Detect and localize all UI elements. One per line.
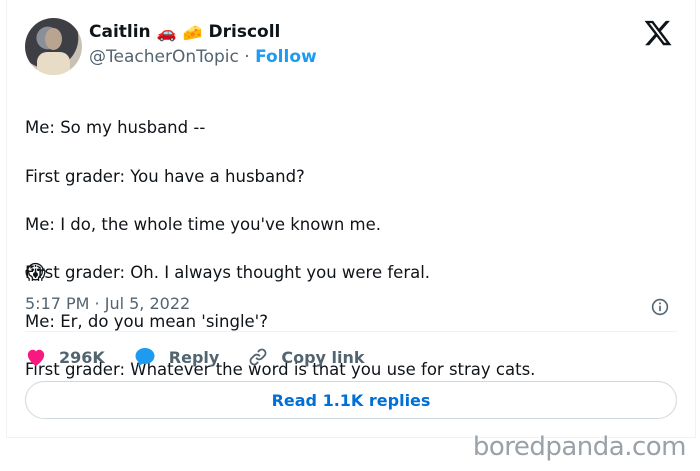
tweet-timestamp[interactable]: 5:17 PM · Jul 5, 2022 xyxy=(25,294,190,313)
x-logo-icon[interactable] xyxy=(643,18,673,48)
avatar-face xyxy=(45,28,62,50)
like-button[interactable]: 296K xyxy=(25,347,105,367)
cheese-emoji-icon: 🧀 xyxy=(182,22,203,42)
tweet-line: First grader: Oh. I always thought you w… xyxy=(25,263,431,283)
action-bar: 296K Reply Copy link xyxy=(25,343,393,371)
author-last-name: Driscoll xyxy=(208,22,281,42)
avatar[interactable] xyxy=(25,18,82,75)
author-first-name: Caitlin xyxy=(89,22,151,42)
car-emoji-icon: 🚗 xyxy=(156,22,177,42)
author-handle[interactable]: @TeacherOnTopic xyxy=(89,47,239,67)
tweet-line: First grader: You have a husband? xyxy=(25,166,305,186)
watermark: boredpanda.com xyxy=(472,432,687,462)
heart-icon xyxy=(27,349,45,367)
follow-button[interactable]: Follow xyxy=(255,47,317,67)
copy-link-button[interactable]: Copy link xyxy=(247,346,365,368)
tweet-card: Caitlin 🚗 🧀 Driscoll @TeacherOnTopic · F… xyxy=(6,0,696,438)
author-handle-row: @TeacherOnTopic · Follow xyxy=(89,47,317,67)
reply-bubble-icon xyxy=(135,348,155,367)
tweet-line: Me: I do, the whole time you've known me… xyxy=(25,215,382,235)
info-icon[interactable] xyxy=(651,298,669,316)
reply-label: Reply xyxy=(168,347,220,367)
author-name[interactable]: Caitlin 🚗 🧀 Driscoll xyxy=(89,22,280,42)
tweet-line: Me: So my husband -- xyxy=(25,118,206,138)
avatar-shirt xyxy=(37,52,70,75)
read-replies-button[interactable]: Read 1.1K replies xyxy=(25,381,677,419)
copy-link-label: Copy link xyxy=(281,347,365,367)
reply-button[interactable]: Reply xyxy=(133,346,220,368)
divider xyxy=(25,331,677,332)
link-icon xyxy=(249,348,267,366)
scream-emoji-icon: 😱 xyxy=(25,260,46,284)
like-count: 296K xyxy=(59,347,105,367)
separator-dot: · xyxy=(244,47,250,67)
